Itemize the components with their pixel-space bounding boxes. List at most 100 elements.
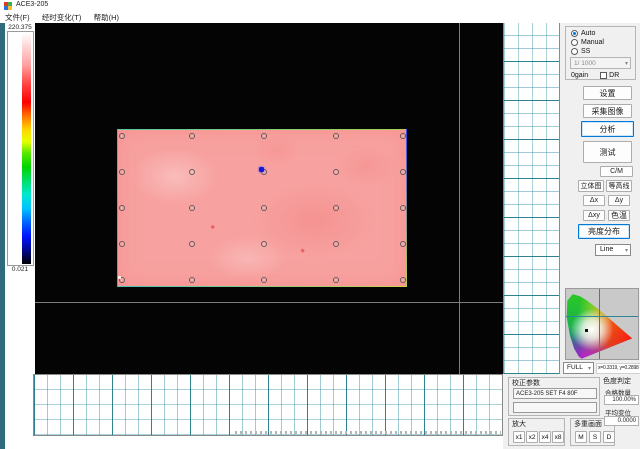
viewport-crosshair-horizontal[interactable] (35, 302, 503, 303)
average-shift-value: 0.0000 (604, 416, 639, 426)
image-edge-bottom (117, 286, 407, 287)
test-button[interactable]: 测试 (583, 141, 632, 163)
radio-row-ss[interactable]: SS (571, 47, 590, 55)
zoom-x4-button[interactable]: x4 (539, 431, 551, 443)
calibration-marker (400, 169, 406, 175)
capture-image-button[interactable]: 采集图像 (583, 104, 632, 118)
correction-extra-field[interactable] (513, 402, 597, 413)
calibration-marker (400, 205, 406, 211)
scale-max-value: 220.375 (5, 24, 35, 31)
radio-ss-label: SS (581, 48, 590, 55)
line-mode-select[interactable]: Line ▾ (595, 244, 631, 256)
bottom-settings-panel: 校正参数 ACE3-205 SET F4 80F 放大 x1 x2 x4 x8 … (503, 374, 640, 449)
radio-auto[interactable] (571, 30, 578, 37)
radio-auto-label: Auto (581, 30, 595, 37)
profile-pane-horizontal (33, 374, 503, 436)
luminance-gradient-bar (22, 33, 31, 264)
calibration-marker (119, 169, 125, 175)
delta-x-button[interactable]: Δx (583, 195, 605, 206)
settings-button[interactable]: 设置 (583, 86, 632, 100)
cie-range-select[interactable]: FULL ▾ (563, 362, 594, 374)
calibration-marker (400, 133, 406, 139)
gain-row: 0gain DR (571, 71, 633, 80)
calibration-marker (189, 133, 195, 139)
contour-view-button[interactable]: 等高线 (606, 180, 632, 192)
line-mode-value: Line (600, 246, 613, 253)
image-edge-top (117, 129, 407, 130)
multi-screen-title: 多重画面 (574, 419, 602, 429)
calibration-marker (333, 205, 339, 211)
cie-horseshoe (566, 289, 638, 359)
correction-title: 校正参数 (512, 378, 540, 388)
cie-crosshair-horizontal (566, 316, 638, 317)
cie-crosshair-vertical (599, 289, 600, 359)
luminance-distribution-button[interactable]: 亮度分布 (578, 224, 630, 239)
measured-panel-image[interactable] (117, 129, 407, 287)
judge-title: 色度判定 (603, 376, 639, 386)
calibration-marker (333, 169, 339, 175)
app-icon (4, 2, 12, 10)
radio-ss[interactable] (571, 48, 578, 55)
app-window: ACE3-205 文件(F) 经时变化(T) 帮助(H) 220.375 0.0… (0, 0, 640, 449)
cie-range-value: FULL (567, 364, 583, 371)
correction-group: 校正参数 ACE3-205 SET F4 80F (508, 377, 600, 416)
calibration-marker (119, 133, 125, 139)
chevron-down-icon: ▾ (588, 366, 591, 372)
luminance-scale (7, 31, 34, 266)
radio-manual-label: Manual (581, 39, 604, 46)
color-temp-button[interactable]: 色温 (608, 210, 630, 221)
correction-value-field[interactable]: ACE3-205 SET F4 80F (513, 388, 597, 399)
calibration-marker (333, 133, 339, 139)
calibration-marker (333, 241, 339, 247)
calibration-marker (119, 205, 125, 211)
cie-chromaticity-diagram (565, 288, 639, 360)
exposure-group: Auto Manual SS 1/ 1000 ▾ 0gain DR (565, 26, 636, 80)
calibration-marker (261, 205, 267, 211)
profile-tick-marks (235, 431, 501, 434)
title-bar: ACE3-205 (0, 0, 640, 11)
calibration-marker (119, 241, 125, 247)
zoom-title: 放大 (512, 419, 526, 429)
calibration-marker (400, 241, 406, 247)
radio-manual[interactable] (571, 39, 578, 46)
chevron-down-icon: ▾ (625, 61, 628, 67)
zoom-x1-button[interactable]: x1 (513, 431, 525, 443)
calibration-marker (261, 241, 267, 247)
multi-s-button[interactable]: S (589, 431, 601, 443)
multi-m-button[interactable]: M (575, 431, 587, 443)
zoom-x8-button[interactable]: x8 (552, 431, 564, 443)
radio-row-manual[interactable]: Manual (571, 38, 604, 46)
cm-toggle-button[interactable]: C/M (600, 166, 633, 177)
gain-label: 0gain (571, 72, 588, 79)
calibration-marker (189, 241, 195, 247)
delta-xy-button[interactable]: Δxy (583, 210, 605, 221)
window-title: ACE3-205 (16, 1, 48, 8)
profile-pane-vertical (503, 23, 560, 374)
calibration-marker (189, 277, 195, 283)
control-panel: Auto Manual SS 1/ 1000 ▾ 0gain DR 设置 采集图… (560, 23, 640, 374)
delta-y-button[interactable]: Δy (608, 195, 630, 206)
zoom-group: 放大 x1 x2 x4 x8 (508, 418, 565, 446)
calibration-marker (189, 205, 195, 211)
corner-highlight-dot (118, 276, 121, 279)
image-edge-right (406, 129, 407, 287)
calibration-marker (261, 133, 267, 139)
measure-point-marker (259, 167, 264, 172)
dr-checkbox[interactable] (600, 72, 607, 79)
zoom-x2-button[interactable]: x2 (526, 431, 538, 443)
solid-view-button[interactable]: 立体图 (578, 180, 604, 192)
calibration-marker (261, 277, 267, 283)
multi-d-button[interactable]: D (603, 431, 615, 443)
analyze-button[interactable]: 分析 (581, 121, 634, 137)
pass-quantity-value: 100.00% (604, 395, 639, 405)
dr-label: DR (609, 72, 619, 79)
viewport-crosshair-vertical[interactable] (459, 23, 460, 374)
calibration-marker (400, 277, 406, 283)
image-edge-left (117, 129, 118, 287)
radio-row-auto[interactable]: Auto (571, 29, 595, 37)
calibration-marker (333, 277, 339, 283)
image-viewport[interactable] (35, 23, 503, 374)
chevron-down-icon: ▾ (625, 248, 628, 254)
calibration-marker (189, 169, 195, 175)
shutter-speed-select[interactable]: 1/ 1000 ▾ (570, 57, 631, 69)
